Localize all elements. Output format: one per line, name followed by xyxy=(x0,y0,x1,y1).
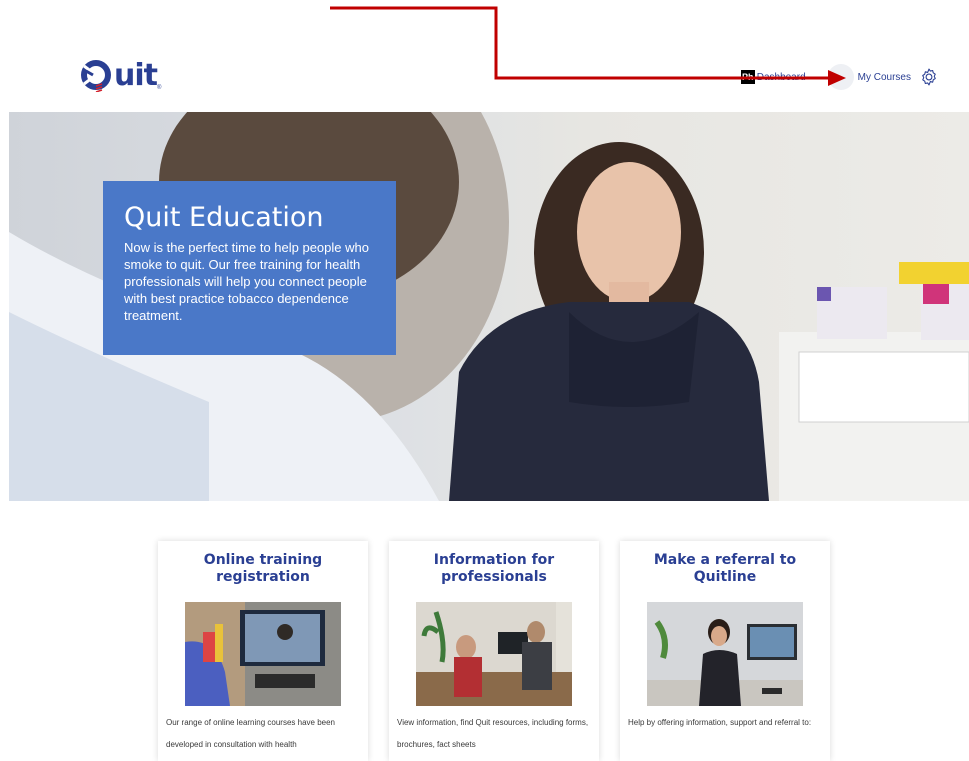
nav-dashboard-link[interactable]: Ph Dashboard xyxy=(740,70,806,84)
top-nav: Ph Dashboard My Courses xyxy=(740,64,939,90)
card-title[interactable]: Make a referral to Quitline xyxy=(628,552,822,588)
hero-title: Quit Education xyxy=(124,202,324,233)
hero-banner: Quit Education Now is the perfect time t… xyxy=(9,112,969,501)
dashboard-icon: Ph xyxy=(740,70,755,84)
card-photo-online-training xyxy=(185,602,341,706)
hero-text-box: Quit Education Now is the perfect time t… xyxy=(103,181,396,355)
dashboard-label: Dashboard xyxy=(756,71,806,83)
logo-text: uit xyxy=(114,58,158,93)
logo-trademark: ® xyxy=(156,85,162,91)
gear-icon[interactable] xyxy=(919,67,939,87)
card-make-referral[interactable]: Make a referral to Quitline Help by offe… xyxy=(620,541,830,761)
card-info-professionals[interactable]: Information for professionals View infor… xyxy=(389,541,599,761)
card-photo-make-referral xyxy=(647,602,803,706)
quit-logo[interactable]: uit ® xyxy=(80,55,180,97)
card-description: Help by offering information, support an… xyxy=(628,718,812,727)
nav-my-courses-link[interactable]: My Courses xyxy=(827,64,911,90)
courses-highlight-circle xyxy=(827,64,854,90)
card-description: Our range of online learning courses hav… xyxy=(166,718,335,749)
hero-description: Now is the perfect time to help people w… xyxy=(124,240,369,323)
card-description: View information, find Quit resources, i… xyxy=(397,718,589,749)
card-title[interactable]: Online training registration xyxy=(166,552,360,588)
card-online-training[interactable]: Online training registration Our range o… xyxy=(158,541,368,761)
card-title[interactable]: Information for professionals xyxy=(397,552,591,588)
card-photo-info-professionals xyxy=(416,602,572,706)
quit-q-icon xyxy=(80,60,112,93)
my-courses-label: My Courses xyxy=(857,71,911,83)
